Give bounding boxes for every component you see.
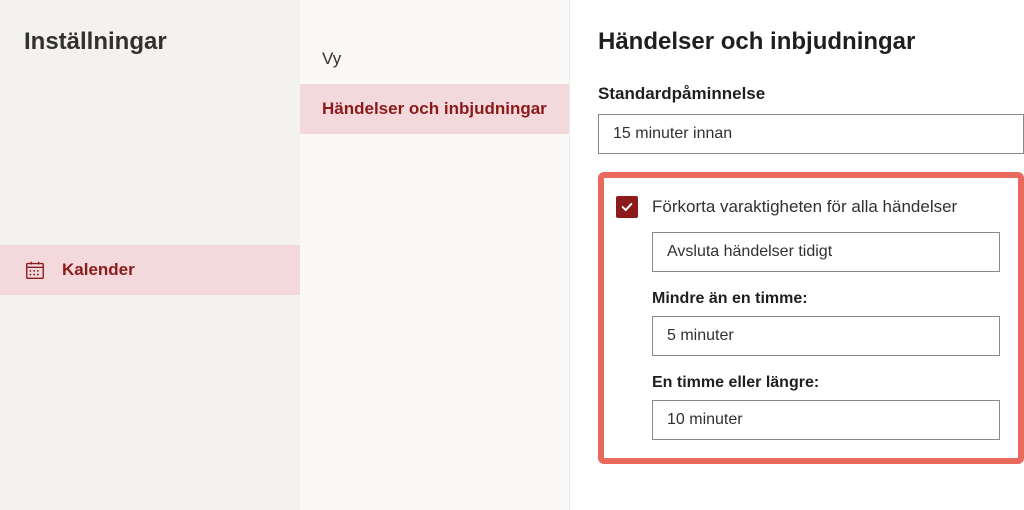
shorten-events-highlight: Förkorta varaktigheten för alla händelse… xyxy=(598,172,1024,464)
subnav-item-view[interactable]: Vy xyxy=(300,34,569,84)
settings-sidebar: Inställningar Kalender xyxy=(0,0,300,510)
default-reminder-label: Standardpåminnelse xyxy=(598,84,1024,104)
shorten-mode-value: Avsluta händelser tidigt xyxy=(667,243,832,260)
sidebar-item-label: Kalender xyxy=(62,260,135,280)
settings-detail-panel: Händelser och inbjudningar Standardpåmin… xyxy=(570,0,1024,510)
checkmark-icon xyxy=(620,200,634,214)
hour-or-more-label: En timme eller längre: xyxy=(652,374,1000,392)
subnav-item-events-invites[interactable]: Händelser och inbjudningar xyxy=(300,84,569,134)
subnav-item-label: Vy xyxy=(322,49,341,68)
less-than-hour-label: Mindre än en timme: xyxy=(652,290,1000,308)
settings-subnav: Vy Händelser och inbjudningar xyxy=(300,0,570,510)
sidebar-item-calendar[interactable]: Kalender xyxy=(0,245,300,295)
less-than-hour-value: 5 minuter xyxy=(667,327,734,344)
shorten-events-checkbox-label: Förkorta varaktigheten för alla händelse… xyxy=(652,197,957,217)
less-than-hour-select[interactable]: 5 minuter xyxy=(652,316,1000,356)
default-reminder-select[interactable]: 15 minuter innan xyxy=(598,114,1024,154)
calendar-icon xyxy=(24,259,46,281)
sidebar-spacer xyxy=(0,80,300,245)
settings-title: Inställningar xyxy=(0,28,300,80)
default-reminder-value: 15 minuter innan xyxy=(613,125,732,142)
hour-or-more-select[interactable]: 10 minuter xyxy=(652,400,1000,440)
hour-or-more-value: 10 minuter xyxy=(667,411,743,428)
default-reminder-section: Standardpåminnelse 15 minuter innan xyxy=(598,84,1024,154)
subnav-item-label: Händelser och inbjudningar xyxy=(322,99,547,118)
shorten-events-options: Avsluta händelser tidigt Mindre än en ti… xyxy=(652,232,1000,440)
shorten-events-checkbox-row: Förkorta varaktigheten för alla händelse… xyxy=(616,196,1000,218)
shorten-mode-select[interactable]: Avsluta händelser tidigt xyxy=(652,232,1000,272)
shorten-events-checkbox[interactable] xyxy=(616,196,638,218)
panel-title: Händelser och inbjudningar xyxy=(598,28,1024,56)
